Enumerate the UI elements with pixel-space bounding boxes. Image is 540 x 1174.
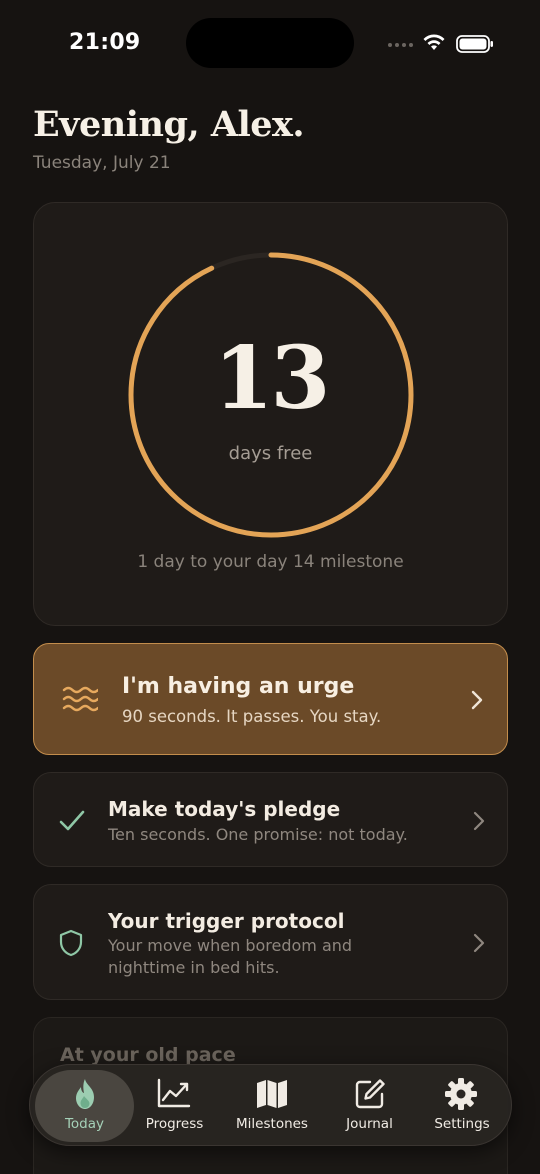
pledge-button[interactable]: Make today's pledge Ten seconds. One pro… <box>33 772 508 867</box>
chevron-right-icon <box>473 933 485 953</box>
pledge-subtitle: Ten seconds. One promise: not today. <box>108 825 408 844</box>
urge-title: I'm having an urge <box>122 674 355 699</box>
greeting-title: Evening, Alex. <box>33 104 305 145</box>
pencil-square-icon <box>355 1079 385 1109</box>
chevron-right-icon <box>471 690 483 710</box>
pace-title: At your old pace <box>60 1044 236 1066</box>
protocol-title: Your trigger protocol <box>108 909 345 933</box>
status-time: 21:09 <box>69 30 141 55</box>
gear-icon <box>445 1078 477 1110</box>
streak-count: 13 <box>213 328 331 429</box>
chevron-right-icon <box>473 811 485 831</box>
tab-label: Today <box>64 1116 105 1132</box>
tab-today[interactable]: Today <box>35 1065 134 1147</box>
dynamic-island <box>186 18 354 68</box>
tab-label: Settings <box>434 1116 490 1132</box>
wifi-icon <box>423 34 445 50</box>
status-bar: 21:09 <box>0 0 540 88</box>
urge-subtitle: 90 seconds. It passes. You stay. <box>122 707 382 726</box>
chart-icon <box>157 1078 191 1108</box>
tab-progress[interactable]: Progress <box>127 1065 222 1147</box>
shield-icon <box>59 929 83 957</box>
flame-icon <box>76 1079 94 1109</box>
tab-bar: Today Progress Milestones Journal Settin… <box>29 1064 512 1146</box>
protocol-subtitle: Your move when boredom and nighttime in … <box>108 936 353 977</box>
streak-card: 13 days free 1 day to your day 14 milest… <box>33 202 508 626</box>
tab-label: Journal <box>346 1116 393 1132</box>
pledge-title: Make today's pledge <box>108 797 341 821</box>
milestone-text: 1 day to your day 14 milestone <box>137 552 404 572</box>
waves-icon <box>62 686 98 712</box>
streak-label: days free <box>228 443 313 464</box>
check-icon <box>59 810 85 831</box>
tab-label: Milestones <box>236 1116 308 1132</box>
tab-settings[interactable]: Settings <box>415 1065 509 1147</box>
tab-label: Progress <box>145 1116 204 1132</box>
trigger-protocol-button[interactable]: Your trigger protocol Your move when bor… <box>33 884 508 1000</box>
battery-icon <box>456 35 493 53</box>
date-label: Tuesday, July 21 <box>33 153 171 173</box>
tab-milestones[interactable]: Milestones <box>222 1065 322 1147</box>
urge-button[interactable]: I'm having an urge 90 seconds. It passes… <box>33 643 508 755</box>
tab-journal[interactable]: Journal <box>322 1065 417 1147</box>
map-icon <box>257 1080 287 1108</box>
cellular-signal-icon <box>388 43 413 47</box>
